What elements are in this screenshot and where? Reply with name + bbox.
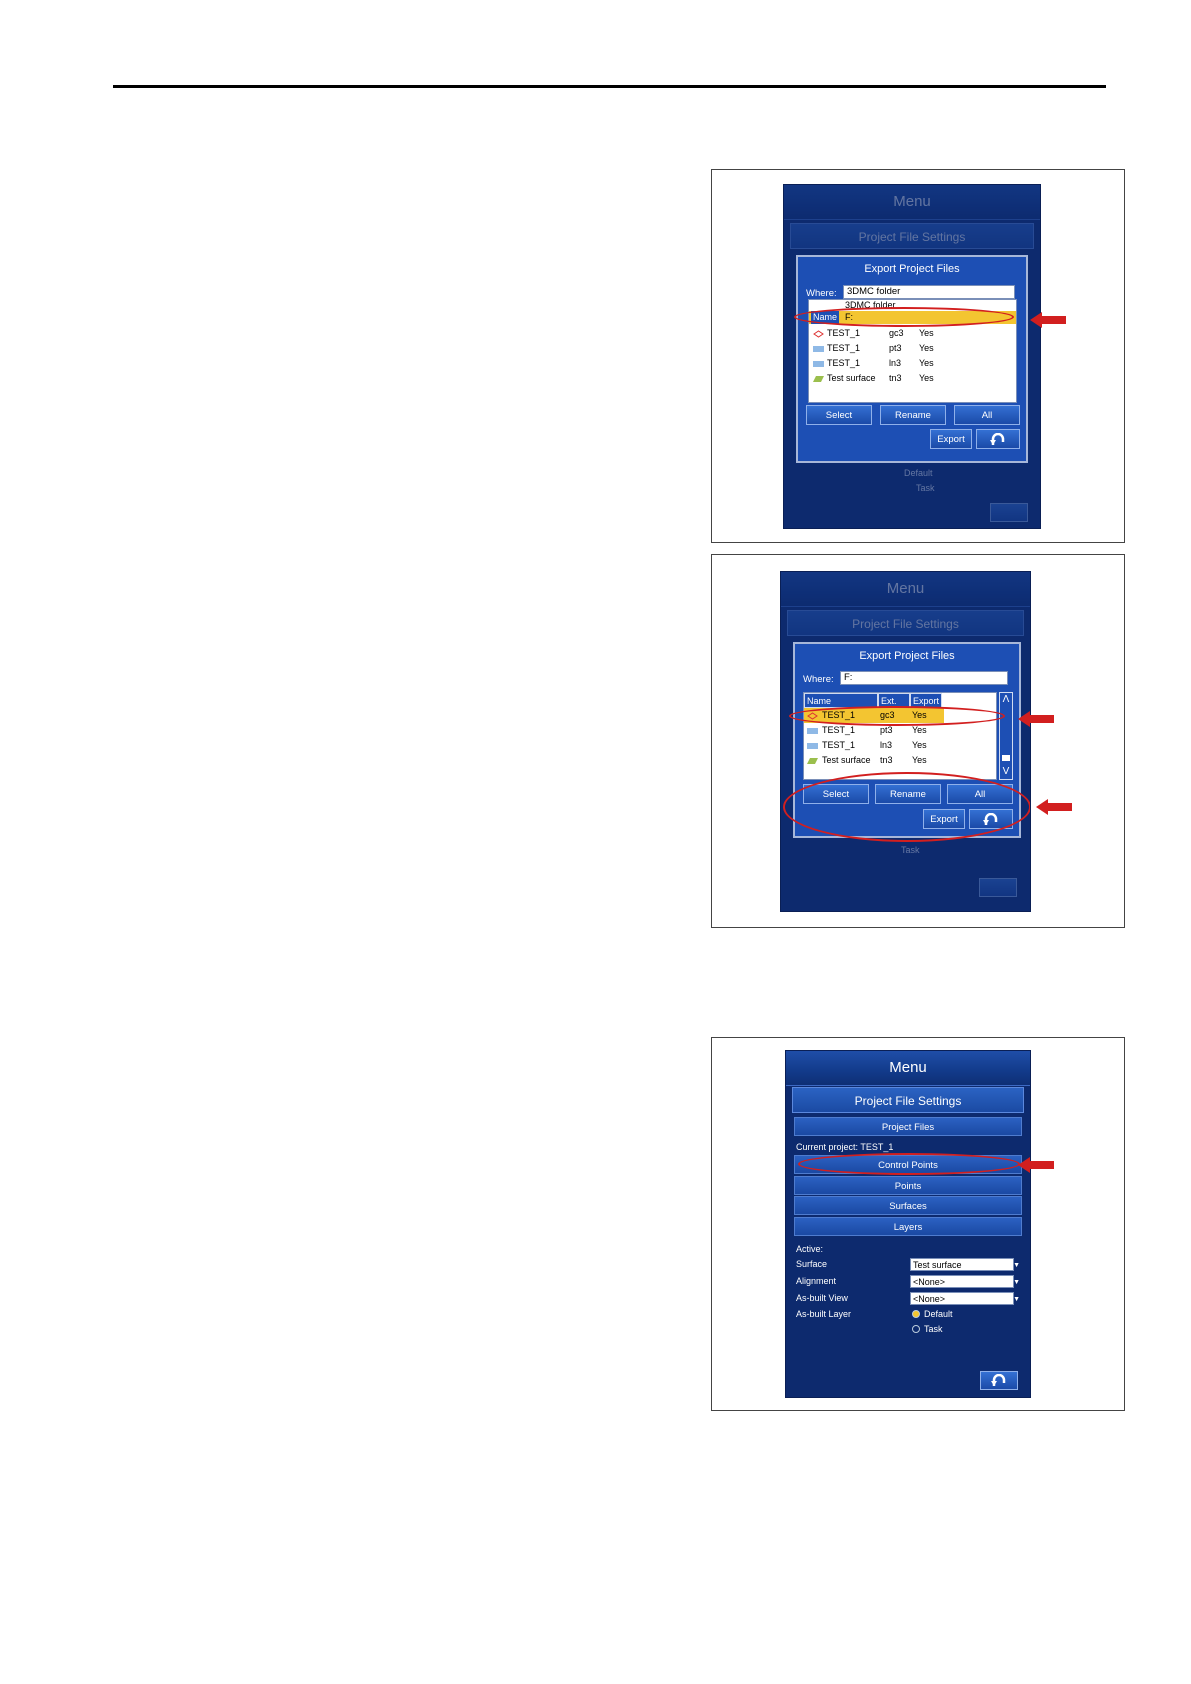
all-button[interactable]: All <box>954 405 1020 425</box>
callout-arrow-icon <box>1018 711 1054 727</box>
project-files-button[interactable]: Project Files <box>794 1117 1022 1136</box>
back-arrow-icon <box>991 1373 1006 1386</box>
scroll-down-icon[interactable]: V <box>1000 765 1012 779</box>
scrollbar[interactable]: Λ V <box>999 692 1013 780</box>
radio-task[interactable] <box>912 1325 920 1333</box>
active-label: Active: <box>796 1244 824 1254</box>
surfaces-button[interactable]: Surfaces <box>794 1196 1022 1215</box>
where-dropdown[interactable]: F: <box>840 671 1008 685</box>
back-button[interactable] <box>979 878 1017 897</box>
radio-task-label: Task <box>924 1324 943 1334</box>
buttons-highlight-oval <box>783 772 1030 842</box>
figure-1-screen: Menu Project File Settings Default Task … <box>783 184 1041 529</box>
as-built-layer-ghost: Default <box>904 468 933 478</box>
file-row[interactable]: Test surface tn3 Yes <box>809 371 1016 386</box>
current-project-label: Current project: TEST_1 <box>796 1142 894 1152</box>
highlight-oval <box>794 307 1014 327</box>
where-dropdown[interactable]: 3DMC folder <box>843 285 1015 299</box>
dropdown-arrow-icon: ▼ <box>1013 1262 1020 1269</box>
scroll-up-icon[interactable]: Λ <box>1000 693 1012 707</box>
radio-default-label: Default <box>924 1309 953 1319</box>
figure-3-screen: Menu Project File Settings Project Files… <box>785 1050 1031 1398</box>
callout-arrow-icon <box>1018 1157 1054 1173</box>
file-row[interactable]: TEST_1 pt3 Yes <box>809 341 1016 356</box>
scroll-thumb[interactable] <box>1002 755 1010 761</box>
back-button[interactable] <box>990 503 1028 522</box>
highlight-oval <box>789 706 1005 726</box>
back-button[interactable] <box>980 1371 1018 1390</box>
project-file-settings-header: Project File Settings <box>792 1087 1024 1113</box>
where-label: Where: <box>803 674 834 685</box>
dropdown-arrow-icon: ▼ <box>1013 1279 1020 1286</box>
export-dialog: Export Project Files Where: 3DMC folder … <box>796 255 1028 463</box>
points-file-icon <box>807 728 818 734</box>
figure-3-frame: Menu Project File Settings Project Files… <box>711 1037 1125 1411</box>
alignment-dropdown[interactable]: <None> ▼ <box>910 1275 1020 1288</box>
callout-arrow-icon <box>1036 799 1072 815</box>
callout-arrow-icon <box>1030 312 1066 328</box>
asbuilt-layer-label: As-built Layer <box>796 1309 852 1319</box>
layers-button[interactable]: Layers <box>794 1217 1022 1236</box>
surface-dropdown[interactable]: Test surface ▼ <box>910 1258 1020 1271</box>
header-rule <box>113 85 1106 88</box>
project-file-settings-header: Project File Settings <box>790 223 1034 249</box>
task-ghost: Task <box>916 483 935 493</box>
task-ghost: Task <box>901 845 920 855</box>
dialog-title: Export Project Files <box>864 263 960 275</box>
surface-file-icon <box>807 758 818 764</box>
surface-file-icon <box>813 376 824 382</box>
control-point-icon <box>813 330 824 338</box>
where-label: Where: <box>806 288 837 299</box>
highlight-oval <box>798 1153 1020 1175</box>
file-row[interactable]: TEST_1 gc3 Yes <box>809 326 1016 341</box>
project-file-settings-header: Project File Settings <box>787 610 1024 636</box>
asbuilt-view-label: As-built View <box>796 1293 848 1303</box>
menu-title: Menu <box>781 572 1030 607</box>
file-row[interactable]: TEST_1 ln3 Yes <box>804 738 996 753</box>
export-button[interactable]: Export <box>930 429 972 449</box>
back-arrow-icon <box>990 432 1005 445</box>
select-button[interactable]: Select <box>806 405 872 425</box>
figure-2-frame: Menu Project File Settings Task Export P… <box>711 554 1125 928</box>
figure-1-frame: Menu Project File Settings Default Task … <box>711 169 1125 543</box>
dialog-title: Export Project Files <box>859 650 955 662</box>
dropdown-arrow-icon: ▼ <box>1013 1296 1020 1303</box>
asbuilt-view-dropdown[interactable]: <None> ▼ <box>910 1292 1020 1305</box>
lines-file-icon <box>807 743 818 749</box>
rename-button[interactable]: Rename <box>880 405 946 425</box>
file-row[interactable]: Test surface tn3 Yes <box>804 753 996 768</box>
menu-title: Menu <box>786 1051 1030 1086</box>
file-row[interactable]: TEST_1 ln3 Yes <box>809 356 1016 371</box>
back-button[interactable] <box>976 429 1020 449</box>
lines-file-icon <box>813 361 824 367</box>
points-file-icon <box>813 346 824 352</box>
points-button[interactable]: Points <box>794 1176 1022 1195</box>
surface-label: Surface <box>796 1259 828 1269</box>
alignment-label: Alignment <box>796 1276 837 1286</box>
menu-title: Menu <box>784 185 1040 220</box>
figure-2-screen: Menu Project File Settings Task Export P… <box>780 571 1031 912</box>
radio-default[interactable] <box>912 1310 920 1318</box>
